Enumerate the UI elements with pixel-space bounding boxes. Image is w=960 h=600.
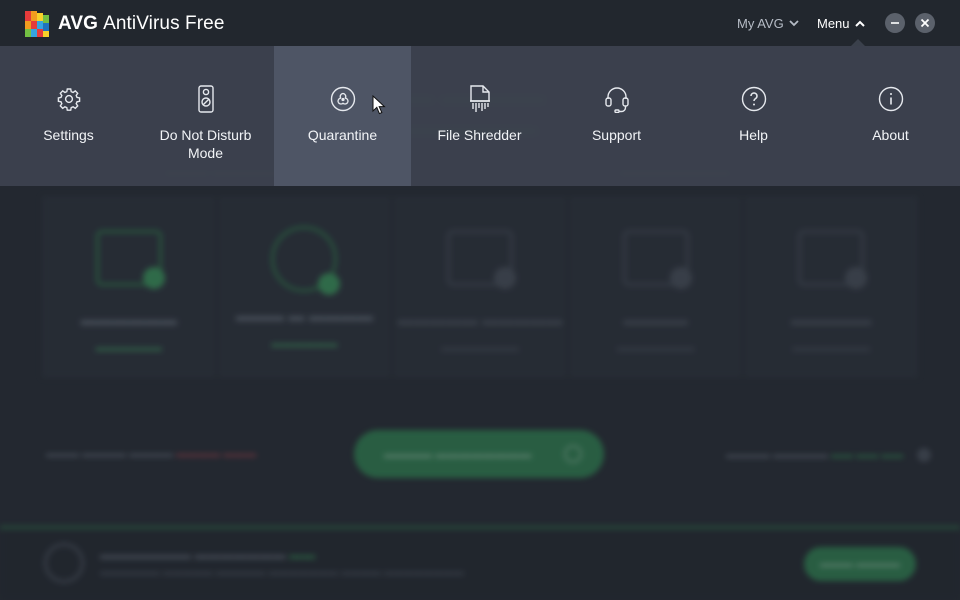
computer-icon [95,230,165,289]
tile-web-email: ▬▬▬ ▬ ▬▬▬▬ ▬▬▬▬▬▬ [217,196,394,378]
scan-computer-button: ▬▬▬▬ ▬▬▬▬▬▬▬▬ [354,430,604,478]
menu-item-label: File Shredder [437,127,522,143]
my-avg-button[interactable]: My AVG [737,16,799,31]
protection-tiles: ▬▬▬▬▬▬ ▬▬▬▬▬▬ ▬▬▬ ▬ ▬▬▬▬ ▬▬▬▬▬▬ ▬▬▬▬▬ ▬▬▬▬… [42,196,918,378]
privacy-icon [622,230,692,289]
last-scan-text: ▬▬▬ ▬▬▬▬ ▬▬▬▬ ▬▬▬▬ ▬▬▬ [46,448,257,460]
headset-icon [604,87,629,113]
title-bar: AVG AntiVirus Free My AVG Menu [0,0,960,46]
close-button[interactable] [915,13,935,33]
menu-item-label: Do Not Disturb Mode [159,127,252,161]
payments-icon [798,230,868,289]
tile-computer: ▬▬▬▬▬▬ ▬▬▬▬▬▬ [42,196,218,378]
chevron-down-icon [789,20,799,27]
close-icon [920,18,930,28]
menu-item-help[interactable]: Help [685,46,822,186]
menu-pointer [851,39,865,46]
menu-item-do-not-disturb[interactable]: Do Not Disturb Mode [137,46,274,186]
menu-label: Menu [817,16,850,31]
menu-item-file-shredder[interactable]: File Shredder [411,46,548,186]
ransomware-shield-icon [44,543,84,583]
menu-item-about[interactable]: About [822,46,959,186]
info-circle-icon [878,86,903,112]
menu-item-label: Support [591,127,642,143]
main-menu-dropdown: Settings Do Not Disturb Mode Quarantine … [0,46,960,186]
menu-item-quarantine[interactable]: Quarantine [274,46,411,186]
my-avg-label: My AVG [737,16,784,31]
minimize-icon [891,22,899,24]
file-shredder-icon [469,85,490,112]
minimize-button[interactable] [885,13,905,33]
chevron-up-icon [854,20,865,27]
menu-item-label: Quarantine [307,127,378,143]
menu-item-label: Settings [43,127,94,143]
virus-definitions-text: ▬▬▬▬ ▬▬▬▬▬ ▬▬ ▬▬ ▬▬ [726,448,932,462]
footer-promo: ▬▬▬▬▬▬▬ ▬▬▬▬▬▬▬ ▬▬ ▬▬▬▬▬▬ ▬▬▬▬▬ ▬▬▬▬▬ ▬▬… [0,529,960,600]
question-circle-icon [741,86,766,112]
menu-item-support[interactable]: Support [548,46,685,186]
menu-item-label: Help [739,127,768,143]
tile-hacker-attacks: ▬▬▬▬▬ ▬▬▬▬▬ ▬▬▬▬▬▬▬ [393,196,569,378]
door-hanger-icon [197,85,214,113]
menu-item-label: About [872,127,909,143]
tile-privacy: ▬▬▬▬ ▬▬▬▬▬▬▬ [568,196,745,378]
globe-icon [271,226,341,295]
avg-logo-icon [25,11,49,37]
menu-button[interactable]: Menu [817,16,865,31]
tile-payments: ▬▬▬▬▬ ▬▬▬▬▬▬▬ [744,196,918,378]
footer-upgrade-button: ▬▬▬ ▬▬▬▬ [804,547,916,581]
menu-item-settings[interactable]: Settings [0,46,137,186]
hacker-icon [446,230,516,289]
app-title: AVG AntiVirus Free [58,13,225,34]
mouse-cursor-icon [372,95,386,115]
gear-icon [57,88,80,111]
biohazard-icon [330,86,355,112]
